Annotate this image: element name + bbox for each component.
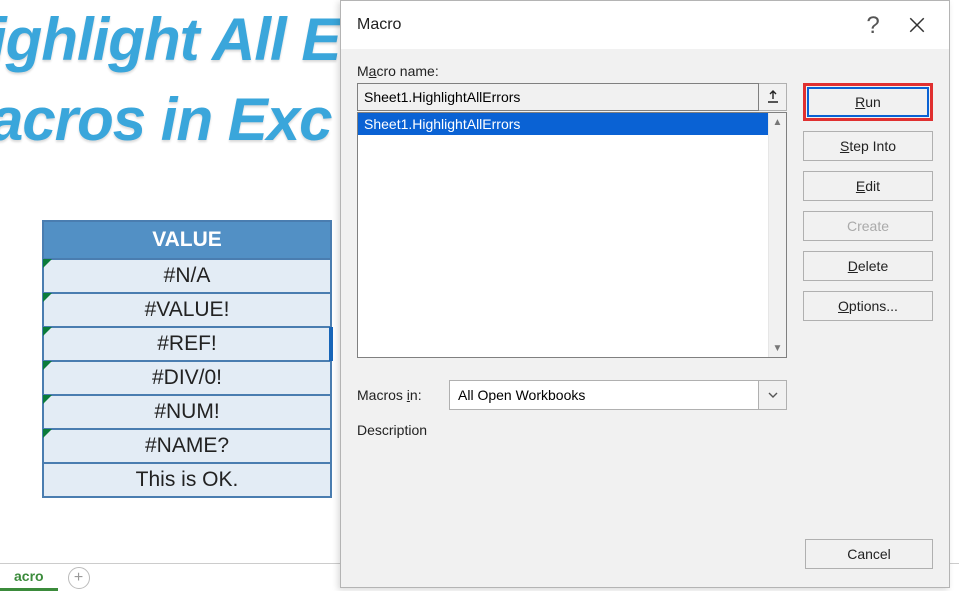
scroll-down-icon: ▼	[769, 339, 786, 357]
options-button[interactable]: Options...	[803, 291, 933, 321]
table-row[interactable]: #NUM!	[43, 395, 331, 429]
help-button[interactable]: ?	[853, 10, 893, 40]
macro-list-item[interactable]: Sheet1.HighlightAllErrors	[358, 113, 768, 135]
description-label: Description	[357, 422, 437, 438]
sheet-tab-active[interactable]: acro	[0, 564, 58, 591]
macro-listbox[interactable]: Sheet1.HighlightAllErrors ▲ ▼	[357, 112, 787, 358]
table-row[interactable]: #VALUE!	[43, 293, 331, 327]
table-row[interactable]: #REF!	[43, 327, 331, 361]
step-into-button[interactable]: Step Into	[803, 131, 933, 161]
table-header: VALUE	[43, 221, 331, 259]
listbox-scrollbar[interactable]: ▲ ▼	[768, 113, 786, 357]
macros-in-combo[interactable]: All Open Workbooks	[449, 380, 787, 410]
run-button[interactable]: Run	[807, 87, 929, 117]
table-row[interactable]: #NAME?	[43, 429, 331, 463]
reference-icon	[765, 89, 781, 105]
close-icon	[908, 16, 926, 34]
close-button[interactable]	[893, 1, 941, 49]
table-row[interactable]: #N/A	[43, 259, 331, 293]
cancel-button[interactable]: Cancel	[805, 539, 933, 569]
reference-edit-button[interactable]	[759, 83, 787, 111]
scroll-up-icon: ▲	[769, 113, 786, 131]
combo-dropdown-button[interactable]	[758, 381, 786, 409]
value-table: VALUE #N/A #VALUE! #REF! #DIV/0! #NUM! #…	[42, 220, 332, 498]
table-row[interactable]: #DIV/0!	[43, 361, 331, 395]
macros-in-label: Macros in:	[357, 387, 437, 403]
page-title-line1: ighlight All E	[0, 10, 340, 70]
macro-name-label: Macro name:	[357, 63, 787, 79]
delete-button[interactable]: Delete	[803, 251, 933, 281]
plus-icon: +	[74, 569, 83, 587]
macro-dialog: Macro ? Macro name: Sheet1.HighlightAllE…	[340, 0, 950, 588]
dialog-title: Macro	[357, 16, 853, 34]
create-button: Create	[803, 211, 933, 241]
new-sheet-button[interactable]: +	[68, 567, 90, 589]
table-row[interactable]: This is OK.	[43, 463, 331, 497]
chevron-down-icon	[768, 390, 778, 400]
run-button-highlight: Run	[803, 83, 933, 121]
page-title-line2: acros in Exc	[0, 90, 332, 150]
dialog-titlebar: Macro ?	[341, 1, 949, 49]
macro-name-input[interactable]	[357, 83, 759, 111]
edit-button[interactable]: Edit	[803, 171, 933, 201]
